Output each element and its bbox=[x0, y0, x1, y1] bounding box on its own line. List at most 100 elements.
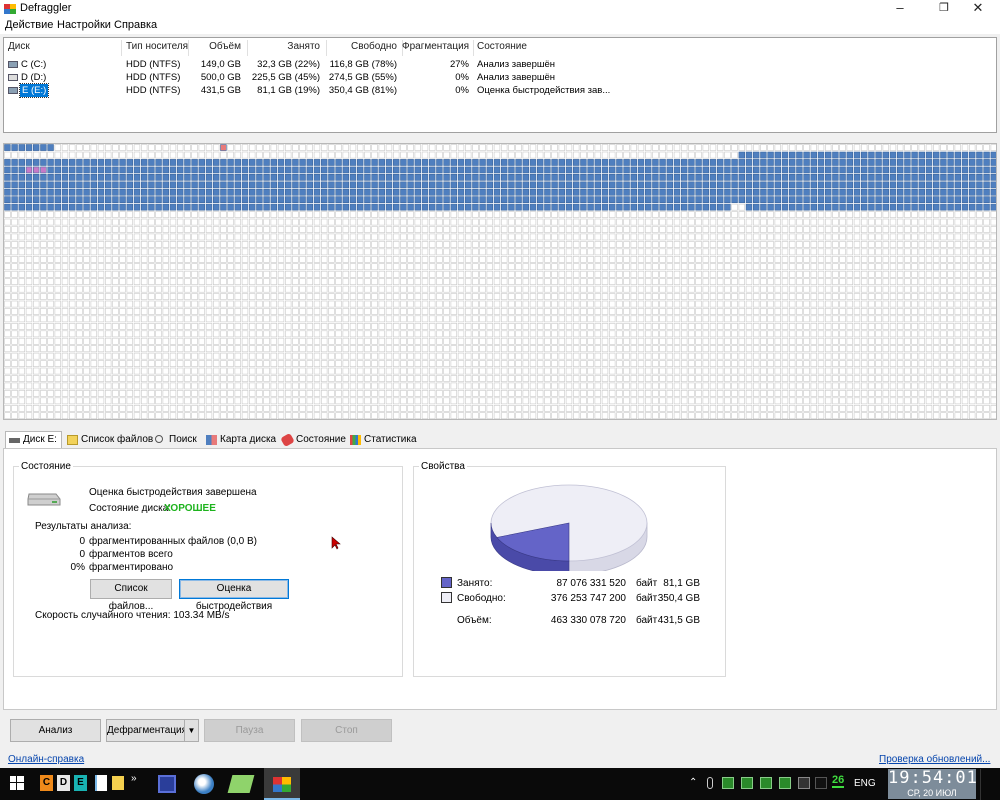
note-icon[interactable] bbox=[112, 776, 124, 790]
benchmark-button[interactable]: Оценка быстродействия bbox=[179, 579, 289, 612]
drive-free: 350,4 GB (81%) bbox=[328, 85, 397, 96]
show-desktop-button[interactable] bbox=[980, 769, 1000, 800]
drive-free: 116,8 GB (78%) bbox=[329, 59, 397, 70]
hdd-icon bbox=[9, 438, 20, 443]
drive-fragmentation: 0% bbox=[455, 85, 469, 96]
result-value: 0 bbox=[79, 549, 85, 560]
file-list-button[interactable]: Список файлов... bbox=[90, 579, 172, 612]
tray-monitor-icon[interactable] bbox=[760, 777, 772, 789]
tab-statistics[interactable]: Статистика bbox=[347, 432, 417, 448]
tab-bar: Диск E: Список файлов Поиск Карта диска … bbox=[0, 431, 1000, 449]
analyze-button[interactable]: Анализ bbox=[10, 719, 101, 742]
results-title: Результаты анализа: bbox=[35, 521, 132, 532]
tab-label: Диск E: bbox=[23, 434, 57, 445]
col-separator bbox=[473, 40, 474, 56]
clock-time: 19:54:01 bbox=[888, 768, 978, 788]
properties-group: Свойства Занято: 87 076 331 520 байт 81,… bbox=[413, 461, 726, 677]
folder-icon bbox=[67, 435, 78, 445]
notepad-icon[interactable] bbox=[227, 775, 255, 793]
tray-monitor-icon[interactable] bbox=[779, 777, 791, 789]
drive-row-d[interactable]: D (D:) HDD (NTFS) 500,0 GB 225,5 GB (45%… bbox=[4, 71, 998, 84]
col-separator bbox=[121, 40, 122, 56]
taskbar: C D E » ⌃ 26 ENG bbox=[0, 768, 1000, 800]
status-group: Состояние Оценка быстродействия завершен… bbox=[13, 461, 403, 677]
overflow-chevron-icon[interactable]: » bbox=[131, 773, 145, 790]
free-gb: 350,4 GB bbox=[657, 593, 700, 604]
tab-label: Список файлов bbox=[81, 434, 154, 445]
col-status[interactable]: Состояние bbox=[477, 41, 527, 55]
used-label: Занято: bbox=[457, 578, 493, 589]
properties-group-title: Свойства bbox=[419, 461, 467, 472]
usage-pie-chart bbox=[490, 484, 648, 571]
drive-fragmentation: 0% bbox=[455, 72, 469, 83]
close-icon[interactable]: ✕ bbox=[958, 0, 998, 17]
menu-action[interactable]: Действие bbox=[5, 19, 53, 31]
health-icon bbox=[280, 432, 295, 448]
tab-health[interactable]: Состояние bbox=[279, 432, 346, 448]
tab-label: Поиск bbox=[169, 434, 197, 445]
drive-used: 225,5 GB (45%) bbox=[251, 72, 320, 83]
status-bar: Онлайн-справка Проверка обновлений... bbox=[0, 753, 1000, 767]
stop-button[interactable]: Стоп bbox=[301, 719, 392, 742]
hdd-icon bbox=[8, 61, 18, 68]
cluster-blocks bbox=[4, 144, 996, 419]
tray-counter[interactable]: 26 bbox=[832, 774, 845, 788]
pause-button[interactable]: Пауза bbox=[204, 719, 295, 742]
result-value: 0% bbox=[70, 562, 85, 573]
defraggler-logo-icon bbox=[4, 4, 16, 14]
window-title: Defraggler bbox=[20, 2, 72, 14]
tab-search[interactable]: Поиск bbox=[152, 432, 197, 448]
disk-map-icon bbox=[206, 435, 217, 445]
drive-e-shortcut[interactable]: E bbox=[74, 775, 87, 791]
clock[interactable]: 19:54:01 СР, 20 ИЮЛ bbox=[888, 768, 978, 799]
disk-cluster-map[interactable] bbox=[3, 143, 997, 420]
menu-help[interactable]: Справка bbox=[114, 19, 157, 31]
cluster-grid bbox=[4, 144, 996, 419]
tray-monitor-icon[interactable] bbox=[722, 777, 734, 789]
defrag-button[interactable]: Дефрагментация bbox=[106, 719, 187, 742]
used-bytes: 87 076 331 520 bbox=[556, 578, 626, 589]
col-fragmentation[interactable]: Фрагментация bbox=[402, 41, 469, 55]
col-disk[interactable]: Диск bbox=[8, 41, 30, 55]
drive-size: 149,0 GB bbox=[200, 59, 241, 70]
save-floppy-icon[interactable] bbox=[158, 775, 176, 793]
read-speed: Скорость случайного чтения: 103.34 MB/s bbox=[35, 610, 230, 621]
tray-blank-icon[interactable] bbox=[815, 777, 827, 789]
col-media-type[interactable]: Тип носителя bbox=[126, 41, 188, 55]
status-group-title: Состояние bbox=[19, 461, 73, 472]
col-used[interactable]: Занято bbox=[247, 41, 320, 55]
tab-disk-e[interactable]: Диск E: bbox=[5, 431, 62, 449]
hdd-icon bbox=[8, 87, 18, 94]
minimize-icon[interactable]: – bbox=[880, 0, 920, 17]
defraggler-taskbar-button[interactable] bbox=[264, 768, 300, 800]
drive-name: D (D:) bbox=[21, 72, 47, 83]
drive-d-shortcut[interactable]: D bbox=[57, 775, 70, 791]
col-size[interactable]: Объём bbox=[188, 41, 241, 55]
start-windows-icon[interactable] bbox=[10, 776, 24, 790]
defrag-dropdown-icon[interactable]: ▼ bbox=[184, 719, 199, 742]
drive-row-e[interactable]: E (E:) HDD (NTFS) 431,5 GB 81,1 GB (19%)… bbox=[4, 83, 998, 98]
hard-drive-icon bbox=[27, 493, 61, 506]
language-indicator[interactable]: ENG bbox=[854, 778, 876, 789]
tray-monitor-icon[interactable] bbox=[741, 777, 753, 789]
online-help-link[interactable]: Онлайн-справка bbox=[8, 754, 84, 765]
tab-file-list[interactable]: Список файлов bbox=[64, 432, 153, 448]
tab-disk-map[interactable]: Карта диска bbox=[203, 432, 276, 448]
browser-icon[interactable] bbox=[194, 774, 214, 794]
bar-chart-icon bbox=[350, 435, 361, 445]
document-icon[interactable] bbox=[95, 775, 107, 791]
result-label: фрагментированных файлов (0,0 B) bbox=[89, 536, 258, 547]
tray-display-icon[interactable] bbox=[798, 777, 810, 789]
usb-icon[interactable] bbox=[707, 777, 713, 789]
free-bytes: 376 253 747 200 bbox=[550, 593, 626, 604]
drive-type: HDD (NTFS) bbox=[126, 59, 181, 70]
drive-size: 431,5 GB bbox=[200, 85, 241, 96]
menu-settings[interactable]: Настройки bbox=[57, 19, 111, 31]
drive-c-shortcut[interactable]: C bbox=[40, 775, 53, 791]
check-updates-link[interactable]: Проверка обновлений... bbox=[879, 754, 990, 765]
tab-label: Карта диска bbox=[220, 434, 277, 445]
col-free[interactable]: Свободно bbox=[326, 41, 397, 55]
tray-chevron-icon[interactable]: ⌃ bbox=[689, 777, 697, 788]
free-label: Свободно: bbox=[457, 593, 506, 604]
drive-row-c[interactable]: C (C:) HDD (NTFS) 149,0 GB 32,3 GB (22%)… bbox=[4, 58, 998, 71]
